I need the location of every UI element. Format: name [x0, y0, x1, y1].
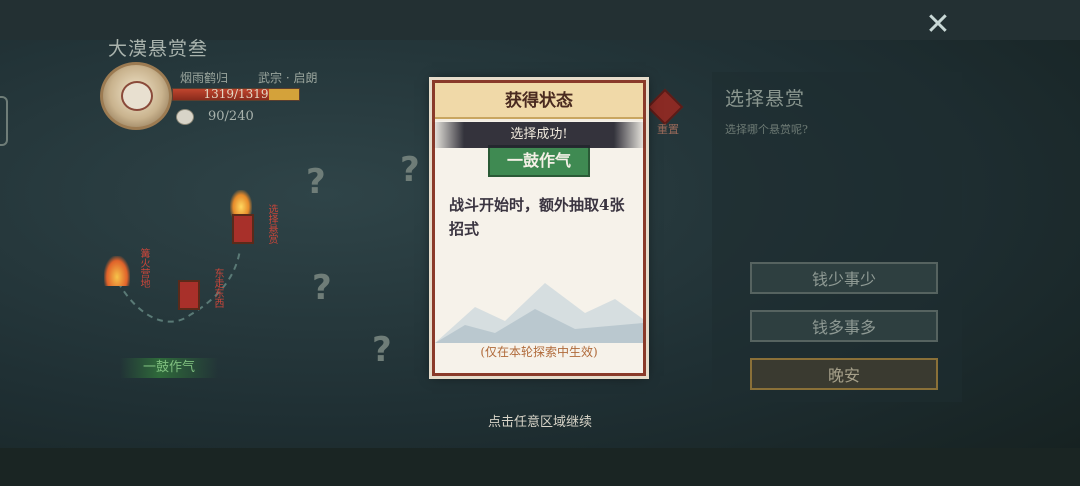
effect-scope: (仅在本轮探索中生效): [480, 345, 598, 359]
unknown-node-icon[interactable]: ?: [306, 162, 326, 202]
panel-subtitle: 选择哪个悬赏呢?: [725, 123, 808, 136]
success-toast: 选择成功!: [432, 122, 646, 148]
dialog-title: 获得状态: [435, 83, 643, 119]
option-less-money-button[interactable]: 钱少事少: [750, 262, 938, 294]
continue-hint: 点击任意区域继续: [487, 415, 592, 430]
effect-name: 一鼓作气: [488, 145, 590, 177]
status-tag: 一鼓作气: [120, 358, 218, 378]
reset-label: 重置: [657, 123, 679, 136]
option-goodnight-button[interactable]: 晚安: [750, 358, 938, 390]
current-node[interactable]: [232, 214, 254, 244]
node-label-choose: 选择悬赏: [266, 204, 277, 244]
unknown-node-icon[interactable]: ?: [400, 150, 420, 190]
status-tag-label: 一鼓作气: [142, 360, 195, 375]
panel-title: 选择悬赏: [725, 88, 806, 110]
campfire-node[interactable]: [104, 256, 130, 286]
mountain-illustration: [435, 283, 643, 343]
option-more-money-button[interactable]: 钱多事多: [750, 310, 938, 342]
banner-node[interactable]: [178, 280, 200, 310]
node-label-camp: 篝火营地: [138, 248, 149, 288]
unknown-node-icon[interactable]: ?: [372, 330, 392, 370]
node-label-explore: 东走东西: [212, 268, 223, 308]
effect-description: 战斗开始时，额外抽取4张招式: [449, 196, 625, 238]
unknown-node-icon[interactable]: ?: [312, 268, 332, 308]
